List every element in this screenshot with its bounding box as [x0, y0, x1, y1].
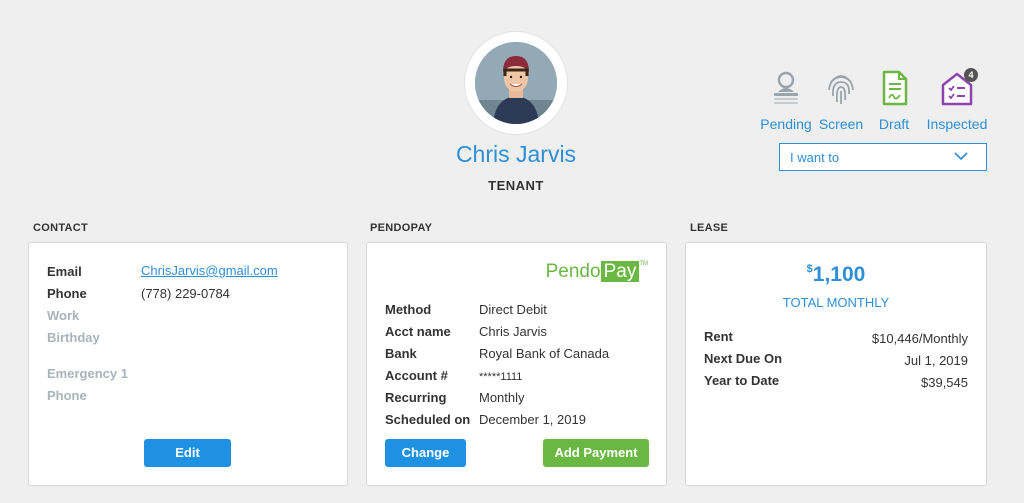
status-steps: Pending Screen Draft 4 Inspected: [750, 68, 1000, 135]
pendopay-card: Pendo Pay TM Method Direct Debit Acct name…: [366, 242, 667, 486]
recurring-label: Recurring: [385, 390, 447, 405]
account-number-value: *****1111: [479, 371, 523, 383]
method-label: Method: [385, 302, 432, 317]
method-value: Direct Debit: [479, 302, 547, 317]
acct-name-value: Chris Jarvis: [479, 324, 547, 339]
scheduled-on-value: December 1, 2019: [479, 412, 586, 427]
status-step-pending[interactable]: Pending: [758, 70, 814, 132]
next-due-value: Jul 1, 2019: [904, 353, 968, 368]
scheduled-on-label: Scheduled on: [385, 412, 471, 427]
avatar-ring: [464, 31, 568, 135]
tenant-role: TENANT: [488, 178, 544, 193]
edit-contact-button[interactable]: Edit: [144, 439, 231, 467]
change-payment-button[interactable]: Change: [385, 439, 466, 467]
pendopay-logo: Pendo Pay TM: [545, 261, 648, 282]
fingerprint-icon: [828, 75, 854, 104]
inspection-count-badge: 4: [964, 68, 978, 82]
signed-document-icon: [882, 70, 908, 106]
bank-label: Bank: [385, 346, 417, 361]
birthday-label: Birthday: [47, 330, 100, 345]
emergency-phone-label: Phone: [47, 388, 87, 403]
emergency-contact-label: Emergency 1: [47, 366, 128, 381]
avatar-photo: [475, 42, 557, 124]
recurring-value: Monthly: [479, 390, 525, 405]
total-monthly-amount: $1,100: [806, 263, 866, 286]
work-label: Work: [47, 308, 80, 323]
next-due-label: Next Due On: [704, 351, 783, 366]
email-label: Email: [47, 264, 82, 279]
contact-section-title: CONTACT: [33, 222, 89, 234]
phone-value: (778) 229-0784: [141, 286, 230, 301]
rent-value: $10,446/Monthly: [871, 331, 968, 346]
rent-label: Rent: [704, 329, 733, 344]
avatar[interactable]: [475, 42, 557, 124]
id-card-icon: [774, 71, 798, 104]
total-monthly-caption: TOTAL MONTHLY: [782, 295, 890, 310]
year-to-date-value: $39,545: [921, 375, 968, 390]
pendopay-section-title: PENDOPAY: [370, 222, 433, 234]
bank-value: Royal Bank of Canada: [479, 346, 610, 361]
status-step-inspected[interactable]: 4 Inspected: [922, 68, 992, 132]
email-link[interactable]: ChrisJarvis@gmail.com: [141, 263, 278, 278]
account-number-label: Account #: [385, 368, 448, 383]
status-label-draft: Draft: [878, 116, 910, 132]
chevron-down-icon: [954, 152, 968, 161]
status-step-screen[interactable]: Screen: [816, 70, 866, 132]
year-to-date-label: Year to Date: [704, 373, 780, 388]
acct-name-label: Acct name: [385, 324, 451, 339]
action-dropdown[interactable]: I want to: [779, 143, 987, 171]
lease-card: $1,100 TOTAL MONTHLY Rent $10,446/Monthl…: [685, 242, 987, 486]
action-dropdown-value: I want to: [790, 150, 840, 165]
status-label-screen: Screen: [818, 116, 864, 132]
status-label-pending: Pending: [760, 116, 812, 132]
add-payment-button[interactable]: Add Payment: [543, 439, 649, 467]
phone-label: Phone: [47, 286, 87, 301]
status-label-inspected: Inspected: [926, 116, 988, 132]
lease-section-title: LEASE: [690, 222, 729, 234]
status-step-draft[interactable]: Draft: [874, 70, 914, 132]
contact-card: Email ChrisJarvis@gmail.com Phone (778) …: [28, 242, 348, 486]
